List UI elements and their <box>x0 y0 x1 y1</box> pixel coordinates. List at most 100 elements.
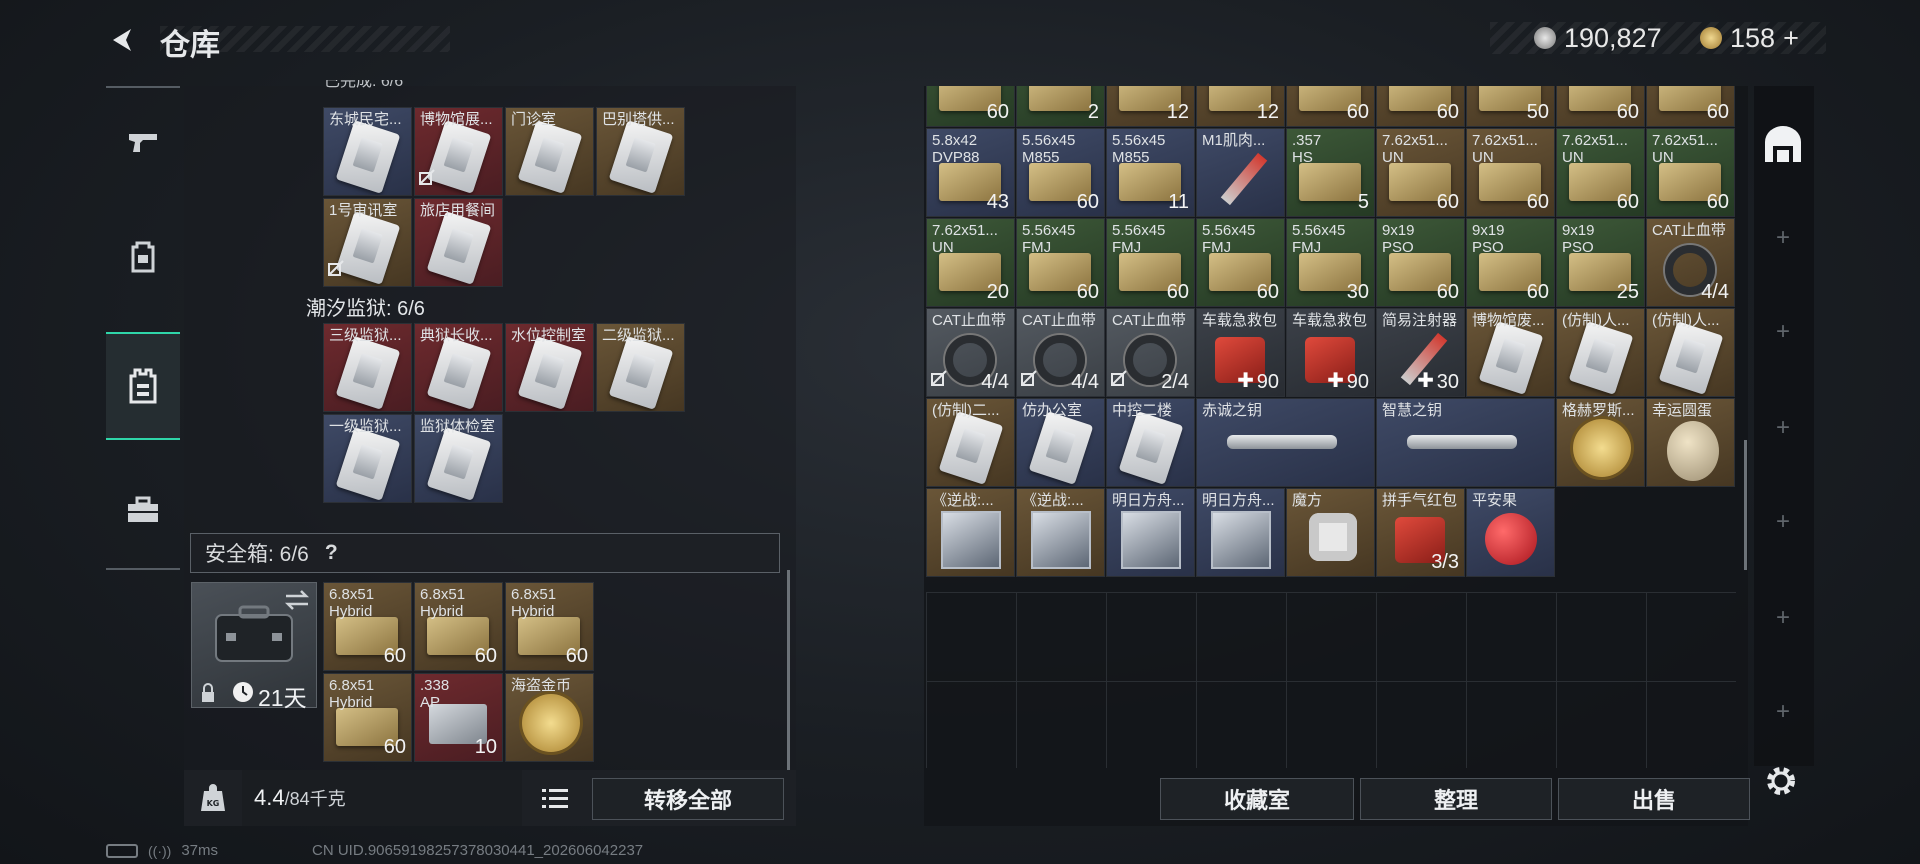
swap-icon[interactable] <box>284 589 310 611</box>
nav-vest[interactable] <box>106 332 180 440</box>
list-icon[interactable] <box>542 786 568 810</box>
add-storage-tab-4[interactable]: + <box>1768 508 1798 536</box>
inventory-item[interactable]: 7.62x51... UN 20 <box>926 218 1015 307</box>
inventory-item[interactable]: 60 <box>1376 86 1465 127</box>
inventory-item[interactable]: 7.62x51... UN 60 <box>1466 128 1555 217</box>
heal-plus-icon: ✚ <box>1417 370 1434 392</box>
inventory-item[interactable]: 5.56x45 FMJ 60 <box>1016 218 1105 307</box>
inventory-item[interactable]: .357 HS 5 <box>1286 128 1375 217</box>
inventory-item[interactable]: 5.56x45 FMJ 60 <box>1106 218 1195 307</box>
inventory-item[interactable]: 50 <box>1466 86 1555 127</box>
inventory-item[interactable]: 1号审讯室 <box>323 198 412 287</box>
inventory-item[interactable]: 巴别塔供... <box>596 107 685 196</box>
inventory-item[interactable]: 7.62x51... UN 60 <box>1376 128 1465 217</box>
item-subtype: FMJ <box>1022 239 1052 256</box>
add-currency-button[interactable]: + <box>1783 23 1799 54</box>
nav-backpack[interactable] <box>106 202 180 310</box>
inventory-item[interactable]: 车载急救包 90 ✚ <box>1196 308 1285 397</box>
inventory-item[interactable]: 赤诚之钥 <box>1196 398 1375 487</box>
inventory-item[interactable]: 5.56x45 FMJ 30 <box>1286 218 1375 307</box>
nav-toolbox[interactable] <box>106 456 180 564</box>
add-storage-tab-3[interactable]: + <box>1768 414 1798 442</box>
item-count: 60 <box>1346 101 1369 123</box>
collection-room-button[interactable]: 收藏室 <box>1160 778 1354 820</box>
inventory-item[interactable]: .338 AP 10 <box>414 673 503 762</box>
inventory-item[interactable]: 典狱长收... <box>414 323 503 412</box>
inventory-item[interactable]: 12 <box>1106 86 1195 127</box>
inventory-item[interactable]: 博物馆展... <box>414 107 503 196</box>
inventory-item[interactable]: 9x19 PSO 25 <box>1556 218 1645 307</box>
inventory-item[interactable]: 智慧之钥 <box>1376 398 1555 487</box>
add-storage-tab-5[interactable]: + <box>1768 604 1798 632</box>
inventory-item[interactable]: 6.8x51 Hybrid 60 <box>323 673 412 762</box>
add-storage-tab-2[interactable]: + <box>1768 318 1798 346</box>
sell-button[interactable]: 出售 <box>1558 778 1750 820</box>
nav-weapons[interactable] <box>106 88 180 196</box>
help-icon[interactable]: ? <box>325 541 338 565</box>
inventory-item[interactable]: 《逆战:... <box>1016 488 1105 577</box>
inventory-item[interactable]: 中控二楼 <box>1106 398 1195 487</box>
keycard-icon <box>517 120 583 194</box>
inventory-item[interactable]: (仿制)人... <box>1556 308 1645 397</box>
item-name: 5.56x45 <box>1112 132 1166 149</box>
inventory-item[interactable]: 7.62x51... UN 60 <box>1556 128 1645 217</box>
key-group-1: 东城民宅... 博物馆展... 门诊室 巴别塔供... 1号审讯室 旅店用餐间 <box>323 107 687 287</box>
inventory-item[interactable]: 6.8x51 Hybrid 60 <box>414 582 503 671</box>
inventory-item[interactable]: (仿制)二... <box>926 398 1015 487</box>
safebox-case[interactable]: 21天 <box>191 582 317 711</box>
inventory-item[interactable]: 魔方 <box>1286 488 1375 577</box>
inventory-item[interactable]: 60 <box>926 86 1015 127</box>
inventory-item[interactable]: M1肌肉... <box>1196 128 1285 217</box>
add-storage-tab-1[interactable]: + <box>1768 224 1798 252</box>
inventory-item[interactable]: 5.56x45 M855 60 <box>1016 128 1105 217</box>
inventory-item[interactable]: 60 <box>1286 86 1375 127</box>
inventory-item[interactable]: 车载急救包 90 ✚ <box>1286 308 1375 397</box>
inventory-item[interactable]: 简易注射器 30 ✚ <box>1376 308 1465 397</box>
inventory-item[interactable]: 水位控制室 <box>505 323 594 412</box>
sort-button[interactable]: 整理 <box>1360 778 1552 820</box>
inventory-item[interactable]: 《逆战:... <box>926 488 1015 577</box>
inventory-item[interactable]: 平安果 <box>1466 488 1555 577</box>
inventory-item[interactable]: 7.62x51... UN 60 <box>1646 128 1735 217</box>
inventory-item[interactable]: 6.8x51 Hybrid 60 <box>323 582 412 671</box>
inventory-item[interactable]: CAT止血带 4/4 <box>1016 308 1105 397</box>
transfer-all-button[interactable]: 转移全部 <box>592 778 784 820</box>
inventory-item[interactable]: 门诊室 <box>505 107 594 196</box>
inventory-item[interactable]: 5.8x42 DVP88 43 <box>926 128 1015 217</box>
inventory-item[interactable]: 一级监狱... <box>323 414 412 503</box>
inventory-item[interactable]: CAT止血带 4/4 <box>926 308 1015 397</box>
inventory-item[interactable]: 9x19 PSO 60 <box>1376 218 1465 307</box>
inventory-item[interactable]: CAT止血带 4/4 <box>1646 218 1735 307</box>
add-storage-tab-6[interactable]: + <box>1768 698 1798 726</box>
vest-icon <box>129 368 157 404</box>
inventory-item[interactable]: (仿制)人... <box>1646 308 1735 397</box>
inventory-item[interactable]: 监狱体检室 <box>414 414 503 503</box>
inventory-item[interactable]: 5.56x45 FMJ 60 <box>1196 218 1285 307</box>
inventory-item[interactable]: 拼手气红包 3/3 <box>1376 488 1465 577</box>
inventory-item[interactable]: 2 <box>1016 86 1105 127</box>
inventory-item[interactable]: 仿办公室 <box>1016 398 1105 487</box>
inventory-item[interactable]: 三级监狱... <box>323 323 412 412</box>
inventory-item[interactable]: 60 <box>1646 86 1735 127</box>
inventory-item[interactable]: 格赫罗斯... <box>1556 398 1645 487</box>
inventory-item[interactable]: 博物馆废... <box>1466 308 1555 397</box>
inventory-item[interactable]: 幸运圆蛋 <box>1646 398 1735 487</box>
item-name: 幸运圆蛋 <box>1652 402 1713 419</box>
inventory-item[interactable]: 东城民宅... <box>323 107 412 196</box>
storage-scrollbar[interactable] <box>1744 440 1747 570</box>
inventory-item[interactable]: 明日方舟... <box>1196 488 1285 577</box>
inventory-item[interactable]: 明日方舟... <box>1106 488 1195 577</box>
inventory-item[interactable]: 60 <box>1556 86 1645 127</box>
storage-tab-main[interactable] <box>1762 124 1804 169</box>
inventory-item[interactable]: 9x19 PSO 60 <box>1466 218 1555 307</box>
back-button[interactable] <box>104 22 140 58</box>
settings-button[interactable] <box>1764 764 1798 803</box>
left-scrollbar[interactable] <box>787 570 790 770</box>
inventory-item[interactable]: 5.56x45 M855 11 <box>1106 128 1195 217</box>
inventory-item[interactable]: 二级监狱... <box>596 323 685 412</box>
inventory-item[interactable]: 6.8x51 Hybrid 60 <box>505 582 594 671</box>
inventory-item[interactable]: CAT止血带 2/4 <box>1106 308 1195 397</box>
inventory-item[interactable]: 海盗金币 <box>505 673 594 762</box>
inventory-item[interactable]: 12 <box>1196 86 1285 127</box>
inventory-item[interactable]: 旅店用餐间 <box>414 198 503 287</box>
